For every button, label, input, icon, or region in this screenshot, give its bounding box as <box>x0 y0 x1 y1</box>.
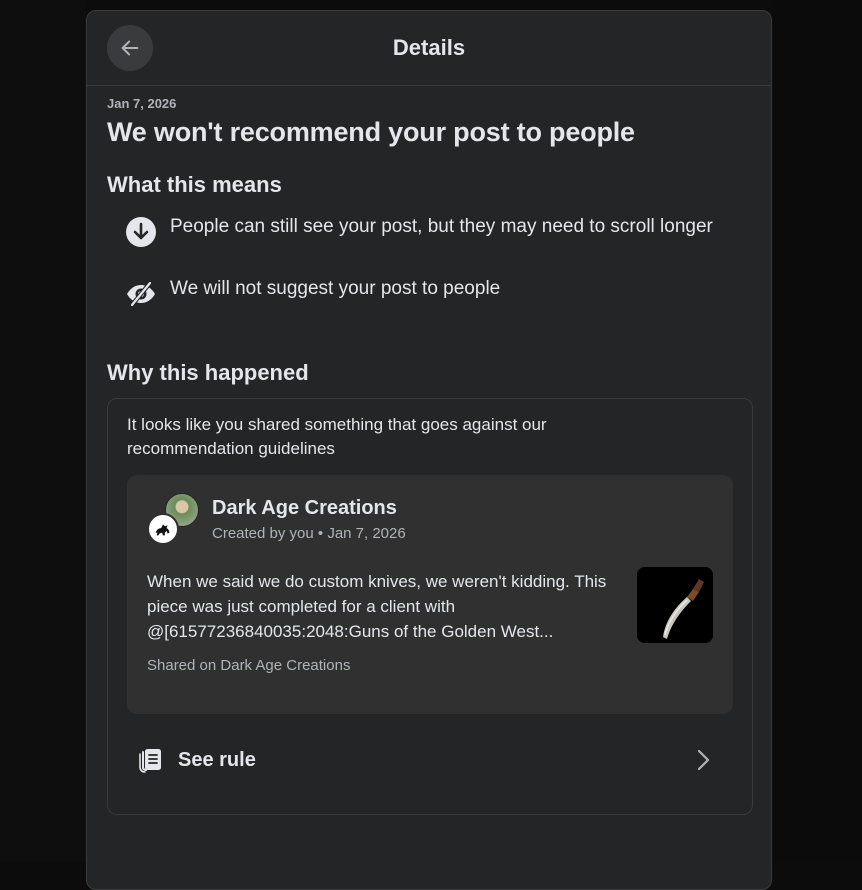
eye-slash-icon <box>127 280 155 308</box>
page-avatar <box>147 513 179 545</box>
list-item: People can still see your post, but they… <box>107 214 751 248</box>
chevron-right-icon <box>697 749 710 771</box>
rulebook-icon <box>139 749 161 773</box>
back-button[interactable] <box>107 25 153 71</box>
knife-photo <box>637 567 713 643</box>
post-header: Dark Age Creations Created by you • Jan … <box>147 493 713 545</box>
list-item-text: We will not suggest your post to people <box>170 278 501 299</box>
see-rule-label: See rule <box>178 748 256 771</box>
what-this-means-heading: What this means <box>107 172 282 197</box>
list-item: We will not suggest your post to people <box>107 276 751 310</box>
horse-rider-logo-icon <box>155 524 170 536</box>
arrow-left-icon <box>121 40 139 56</box>
dialog-header: Details <box>87 11 771 86</box>
post-header-text: Dark Age Creations Created by you • Jan … <box>212 497 406 542</box>
what-this-means-list: People can still see your post, but they… <box>107 214 751 310</box>
backdrop-right <box>772 0 862 862</box>
post-preview-card[interactable]: Dark Age Creations Created by you • Jan … <box>127 475 733 714</box>
dialog-title: Details <box>392 35 466 60</box>
post-meta: Created by you • Jan 7, 2026 <box>212 524 406 542</box>
backdrop-left <box>0 0 86 862</box>
post-thumbnail <box>637 567 713 643</box>
see-rule-link[interactable]: See rule <box>127 744 733 776</box>
arrow-down-circle-icon <box>126 217 156 247</box>
why-explanation: It looks like you shared something that … <box>127 415 547 458</box>
page-name: Dark Age Creations <box>212 496 397 519</box>
notice-heading: We won't recommend your post to people <box>107 117 635 147</box>
post-text: When we said we do custom knives, we wer… <box>147 572 607 641</box>
details-dialog: Details Jan 7, 2026 We won't recommend y… <box>86 10 772 890</box>
why-this-happened-heading: Why this happened <box>107 360 309 385</box>
dialog-content: Jan 7, 2026 We won't recommend your post… <box>87 96 771 815</box>
list-item-text: People can still see your post, but they… <box>170 216 713 237</box>
notice-date: Jan 7, 2026 <box>107 96 177 111</box>
avatar-stack <box>147 493 199 545</box>
why-this-happened-box: It looks like you shared something that … <box>107 398 753 815</box>
shared-on-text: Shared on Dark Age Creations <box>147 657 351 674</box>
post-body: When we said we do custom knives, we wer… <box>147 567 713 644</box>
